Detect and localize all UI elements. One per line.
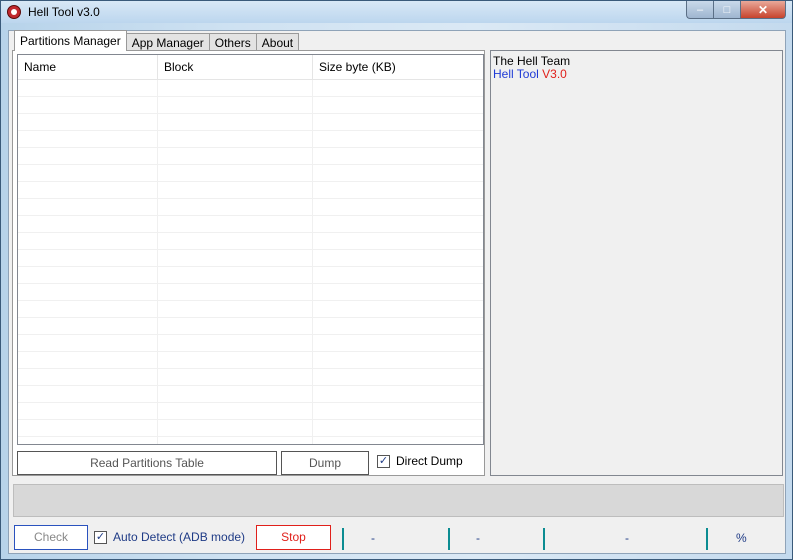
tab-about[interactable]: About [255,33,300,51]
close-button[interactable]: ✕ [740,1,786,19]
stop-button[interactable]: Stop [256,525,331,550]
direct-dump-checkbox[interactable]: ✓ [377,455,390,468]
app-window: Hell Tool v3.0 – □ ✕ Partitions Manager … [0,0,793,560]
auto-detect-checkbox[interactable]: ✓ [94,531,107,544]
check-button[interactable]: Check [14,525,88,550]
minimize-button[interactable]: – [686,1,713,19]
progress-bar [13,484,784,517]
log-panel: The Hell Team Hell Tool V3.0 [490,50,783,476]
tab-app-manager[interactable]: App Manager [125,33,210,51]
table-header: Name Block Size byte (KB) [18,55,483,80]
status-separator [448,528,450,550]
direct-dump-label: Direct Dump [396,454,463,468]
tab-partitions-manager[interactable]: Partitions Manager [14,30,127,51]
log-app-version: V3.0 [542,67,567,81]
log-app-name: Hell Tool [493,67,539,81]
app-logo-icon [7,5,21,19]
percent-label: % [736,531,747,545]
tab-others[interactable]: Others [208,33,257,51]
status-separator [706,528,708,550]
dump-button[interactable]: Dump [281,451,369,475]
column-header-block[interactable]: Block [158,55,313,79]
window-title: Hell Tool v3.0 [28,5,100,19]
status-separator [342,528,344,550]
column-header-name[interactable]: Name [18,55,158,79]
partitions-panel: Name Block Size byte (KB) Read Partition… [12,50,485,476]
partitions-table[interactable]: Name Block Size byte (KB) [17,54,484,445]
log-line-team: The Hell Team [493,54,571,68]
column-header-size[interactable]: Size byte (KB) [313,55,483,79]
status-field-1: - [371,531,375,545]
title-bar[interactable]: Hell Tool v3.0 – □ ✕ [1,1,792,23]
log-line-version: Hell Tool V3.0 [493,67,567,81]
read-partitions-table-button[interactable]: Read Partitions Table [17,451,277,475]
status-separator [543,528,545,550]
status-field-2: - [476,531,480,545]
client-area: Partitions Manager App Manager Others Ab… [8,30,786,554]
window-controls: – □ ✕ [686,1,786,19]
tab-strip: Partitions Manager App Manager Others Ab… [14,30,300,51]
auto-detect-label: Auto Detect (ADB mode) [113,530,246,544]
maximize-button[interactable]: □ [713,1,740,19]
status-field-3: - [625,531,629,545]
